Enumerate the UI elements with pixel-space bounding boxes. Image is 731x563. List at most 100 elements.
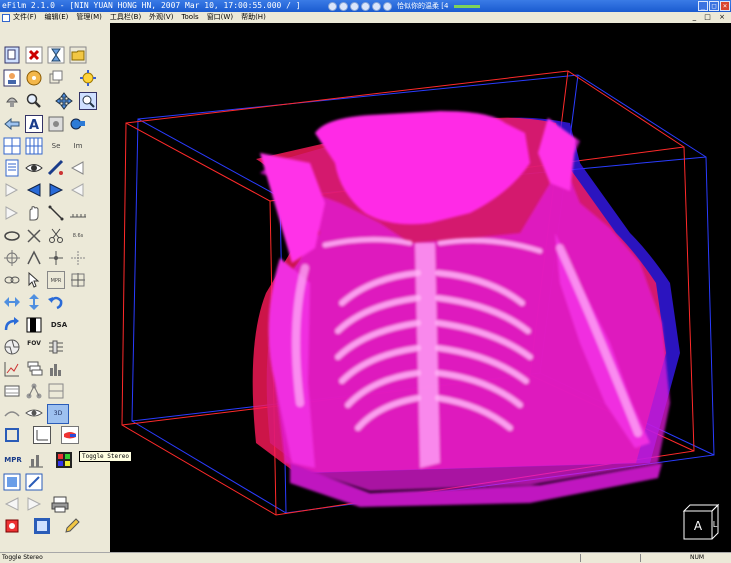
image-icon[interactable]: [47, 115, 65, 133]
mpr-axis-icon[interactable]: [69, 271, 87, 289]
axis-plane-icon[interactable]: [33, 426, 51, 444]
color-palette-icon[interactable]: [55, 451, 73, 469]
ellipse-roi-icon[interactable]: [3, 227, 21, 245]
menu-view[interactable]: 外观(V): [149, 12, 173, 23]
compare-icon[interactable]: [33, 517, 51, 535]
last-series-icon[interactable]: [69, 181, 87, 199]
delete-annotation-icon[interactable]: [25, 227, 43, 245]
magnify-icon[interactable]: [25, 92, 43, 110]
bar-graph-icon[interactable]: [27, 451, 45, 469]
volume-slider[interactable]: [454, 4, 481, 8]
menu-window[interactable]: 窗口(W): [207, 12, 233, 23]
rewind-icon[interactable]: [3, 495, 21, 513]
graph-icon[interactable]: [3, 360, 21, 378]
crop-icon[interactable]: [3, 426, 21, 444]
surface-icon[interactable]: [3, 404, 21, 422]
mdi-window-controls[interactable]: _ □ ×: [693, 12, 728, 23]
line-measure-icon[interactable]: [47, 204, 65, 222]
app-document-icon[interactable]: [2, 13, 10, 22]
pan-icon[interactable]: [55, 92, 73, 110]
grid-measure-icon[interactable]: [69, 249, 87, 267]
menu-tools[interactable]: Tools: [181, 12, 198, 23]
angle-tool-icon[interactable]: [25, 249, 43, 267]
new-study-icon[interactable]: [3, 46, 21, 64]
media-pause-icon[interactable]: [350, 1, 359, 11]
eye-icon[interactable]: [25, 159, 43, 177]
media-song-title: 恰似你的温柔 [4: [397, 2, 449, 10]
network-icon[interactable]: [25, 382, 43, 400]
half-contrast-icon[interactable]: [25, 316, 43, 334]
maximize-button[interactable]: □: [709, 1, 719, 11]
slab-icon[interactable]: [47, 338, 65, 356]
media-playlist-icon[interactable]: [383, 1, 392, 11]
minimize-button[interactable]: _: [698, 1, 708, 11]
series-layout-icon[interactable]: [25, 137, 43, 155]
rotate-icon[interactable]: [3, 316, 21, 334]
aperture-icon[interactable]: [3, 338, 21, 356]
close-button[interactable]: ×: [720, 1, 730, 11]
export-icon[interactable]: [3, 473, 21, 491]
series-back-icon[interactable]: [25, 181, 43, 199]
overlay-icon[interactable]: [25, 473, 43, 491]
mpr-button[interactable]: MPR: [2, 451, 24, 469]
crosshair-icon[interactable]: [3, 249, 21, 267]
dsa-button[interactable]: DSA: [47, 316, 71, 334]
close-study-icon[interactable]: [25, 46, 43, 64]
series-label-se[interactable]: Se: [47, 137, 65, 155]
cursor-tool-icon[interactable]: [25, 271, 43, 289]
ruler-icon[interactable]: [69, 204, 87, 222]
burn-cd-icon[interactable]: [25, 69, 43, 87]
menu-help[interactable]: 帮助(H): [241, 12, 266, 23]
media-stop-icon[interactable]: [361, 1, 370, 11]
pencil-icon[interactable]: [63, 517, 81, 535]
open-folder-icon[interactable]: [69, 46, 87, 64]
media-previous-icon[interactable]: [339, 1, 348, 11]
probe-icon[interactable]: [47, 249, 65, 267]
volume-render-3d-button[interactable]: 3D: [47, 404, 69, 424]
link-series-icon[interactable]: [3, 271, 21, 289]
toggle-stereo-icon[interactable]: [61, 426, 79, 444]
tool-palette: A Se Im 8.6s MPR DSA FOV 3D MPR: [0, 23, 111, 552]
volume-render-viewport[interactable]: A L: [110, 23, 731, 552]
fov-button[interactable]: FOV: [25, 338, 43, 356]
adjust-icon[interactable]: [47, 382, 65, 400]
hand-icon[interactable]: [25, 204, 43, 222]
flip-vertical-icon[interactable]: [25, 293, 43, 311]
menu-manage[interactable]: 管理(M): [76, 12, 102, 23]
media-next-icon[interactable]: [372, 1, 381, 11]
series-forward-icon[interactable]: [47, 181, 65, 199]
patient-info-icon[interactable]: [3, 69, 21, 87]
layout-grid-icon[interactable]: [3, 137, 21, 155]
lamp-icon[interactable]: [3, 92, 21, 110]
volume-render-canvas[interactable]: A L: [110, 23, 731, 552]
report-icon[interactable]: [3, 159, 21, 177]
film-icon[interactable]: [3, 382, 21, 400]
image-label-im[interactable]: Im: [69, 137, 87, 155]
copy-window-icon[interactable]: [47, 69, 65, 87]
mpr-small-button[interactable]: MPR: [47, 271, 65, 289]
next-image-icon[interactable]: [3, 204, 21, 222]
flip-horizontal-icon[interactable]: [3, 293, 21, 311]
undo-icon[interactable]: [47, 293, 65, 311]
stack-slices-icon[interactable]: [25, 360, 43, 378]
histogram-icon[interactable]: [47, 360, 65, 378]
menu-file[interactable]: 文件(F): [13, 12, 37, 23]
media-settings-icon[interactable]: [328, 1, 337, 11]
back-arrow-icon[interactable]: [3, 115, 21, 133]
cine-speed-label[interactable]: 8.6s: [69, 227, 87, 245]
window-level-icon[interactable]: [79, 69, 97, 87]
cine-icon[interactable]: [69, 115, 87, 133]
menu-toolbar[interactable]: 工具栏(B): [110, 12, 141, 23]
hourglass-icon[interactable]: [47, 46, 65, 64]
cut-icon[interactable]: [47, 227, 65, 245]
key-image-icon[interactable]: [3, 517, 21, 535]
invert-icon[interactable]: [47, 159, 65, 177]
menu-edit[interactable]: 编辑(E): [45, 12, 69, 23]
text-annotation-icon[interactable]: A: [25, 115, 43, 133]
zoom-icon[interactable]: [79, 92, 97, 110]
forward-icon[interactable]: [25, 495, 43, 513]
print-icon[interactable]: [51, 495, 69, 513]
prev-image-icon[interactable]: [69, 159, 87, 177]
view-eye-icon[interactable]: [25, 404, 43, 422]
first-series-icon[interactable]: [3, 181, 21, 199]
